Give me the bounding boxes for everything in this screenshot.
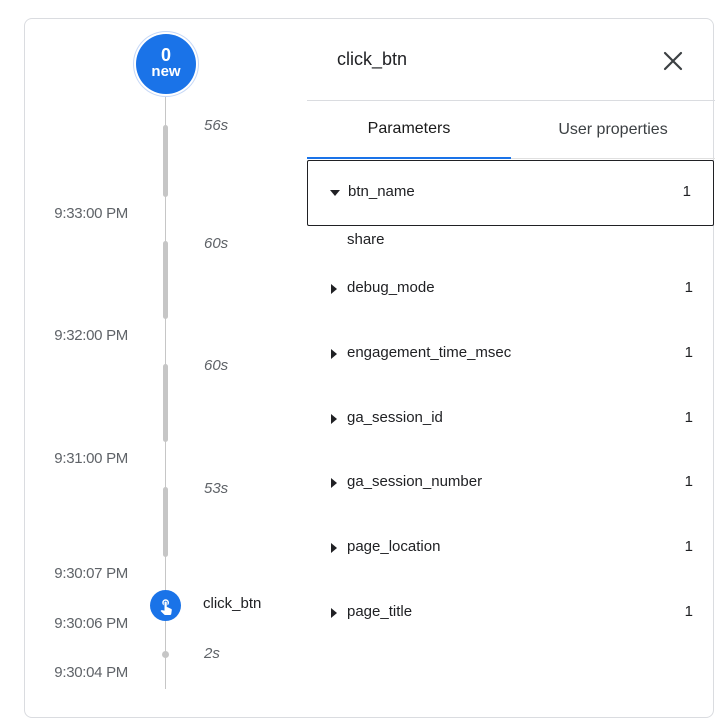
param-value: share [347, 231, 385, 248]
timestamp: 9:32:00 PM [54, 327, 128, 344]
param-count: 1 [684, 409, 693, 426]
param-count: 1 [684, 473, 693, 490]
param-name: ga_session_number [347, 473, 483, 490]
duration-label: 60s [204, 357, 229, 374]
duration-label: 2s [204, 645, 220, 662]
param-row-page-title[interactable]: page_title 1 [307, 581, 715, 645]
param-name: ga_session_id [347, 409, 443, 426]
new-events-count: 0 [160, 45, 171, 65]
close-button[interactable] [659, 47, 687, 75]
caret-right-icon [331, 478, 337, 488]
new-events-label: new [151, 63, 181, 80]
panel-title: click_btn [337, 49, 408, 69]
new-events-badge[interactable]: 0 new [136, 34, 196, 94]
timeline-segment [163, 241, 168, 319]
event-name-label[interactable]: click_btn [203, 595, 261, 612]
param-row-btn-name[interactable]: btn_name 1 [307, 160, 714, 226]
param-row-ga-session-number[interactable]: ga_session_number 1 [307, 451, 715, 515]
event-detail-panel: click_btn Parameters User properties btn… [307, 19, 715, 673]
timestamp: 9:30:07 PM [54, 565, 128, 582]
touch-icon [160, 598, 172, 615]
tab-user-properties[interactable]: User properties [511, 101, 715, 159]
tab-parameters[interactable]: Parameters [307, 101, 511, 159]
param-count: 1 [684, 603, 693, 620]
tab-bar: Parameters User properties [307, 101, 715, 159]
caret-right-icon [331, 284, 337, 294]
param-name: page_location [347, 538, 441, 555]
timeline-segment [163, 487, 168, 557]
param-count: 1 [684, 344, 693, 361]
timestamp: 9:31:00 PM [54, 450, 128, 467]
param-name: page_title [347, 603, 413, 620]
timeline-segment [163, 125, 168, 197]
timeline-dot [162, 651, 169, 658]
caret-down-icon [330, 190, 340, 196]
timestamp: 9:30:04 PM [54, 664, 128, 681]
duration-label: 56s [204, 117, 229, 134]
event-touch-button[interactable] [150, 590, 181, 621]
caret-right-icon [331, 543, 337, 553]
duration-label: 60s [204, 235, 229, 252]
timeline-segment [163, 364, 168, 442]
param-count: 1 [684, 538, 693, 555]
param-row-debug-mode[interactable]: debug_mode 1 [307, 257, 715, 321]
caret-right-icon [331, 349, 337, 359]
timeline: 0 new 9:33:00 PM 9:32:00 PM 9:31:00 PM 9… [25, 19, 307, 689]
caret-right-icon [331, 608, 337, 618]
param-row-page-location[interactable]: page_location 1 [307, 516, 715, 580]
timestamp: 9:30:06 PM [54, 615, 128, 632]
param-name: btn_name [348, 183, 415, 200]
param-name: engagement_time_msec [347, 344, 512, 361]
param-row-engagement-time-msec[interactable]: engagement_time_msec 1 [307, 322, 715, 386]
duration-label: 53s [204, 480, 229, 497]
event-stream-card: 0 new 9:33:00 PM 9:32:00 PM 9:31:00 PM 9… [24, 18, 715, 718]
timestamp: 9:33:00 PM [54, 205, 128, 222]
param-count: 1 [682, 183, 691, 200]
panel-header: click_btn [307, 19, 715, 101]
close-icon [663, 51, 683, 71]
param-count: 1 [684, 279, 693, 296]
caret-right-icon [331, 414, 337, 424]
param-row-ga-session-id[interactable]: ga_session_id 1 [307, 387, 715, 451]
param-name: debug_mode [347, 279, 435, 296]
